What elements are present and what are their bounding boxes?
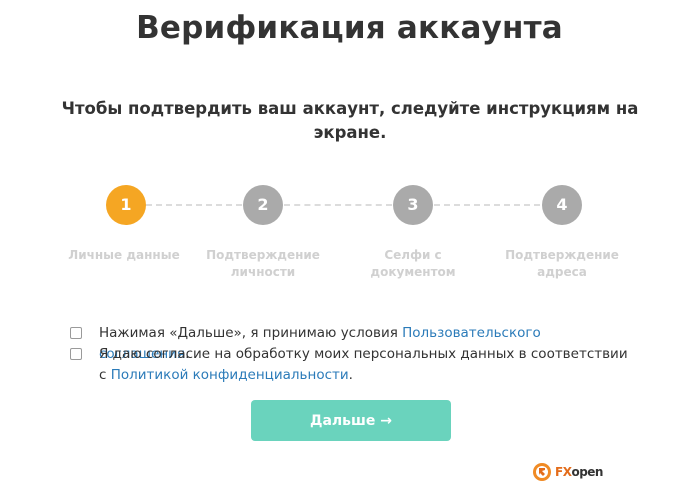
next-button[interactable]: Дальше →: [251, 400, 451, 441]
privacy-consent: Я даю согласие на обработку моих персона…: [70, 344, 630, 386]
step-2-circle: 2: [243, 185, 283, 225]
step-connector: [146, 204, 242, 206]
fxopen-lion-icon: [533, 463, 551, 481]
page-title: Верификация аккаунта: [136, 10, 563, 46]
step-1-label: Личные данные: [68, 248, 180, 262]
step-3-circle: 3: [393, 185, 433, 225]
privacy-checkbox[interactable]: [70, 348, 82, 360]
verification-page: Верификация аккаунта Чтобы подтвердить в…: [0, 0, 699, 492]
verification-stepper: 1 2 3 4 Личные данные Подтверждение личн…: [0, 185, 699, 295]
step-connector: [284, 204, 392, 206]
step-2-label: Подтверждение личности: [206, 248, 320, 279]
step-connector: [434, 204, 540, 206]
privacy-consent-text: Я даю согласие на обработку моих персона…: [99, 346, 628, 383]
terms-checkbox[interactable]: [70, 327, 82, 339]
step-1-circle: 1: [106, 185, 146, 225]
page-subtitle: Чтобы подтвердить ваш аккаунт, следуйте …: [61, 99, 639, 142]
step-4-label: Подтверждение адреса: [505, 248, 619, 279]
step-3-label: Селфи с документом: [370, 248, 456, 279]
fxopen-logo: FXopen: [532, 461, 603, 483]
fxopen-wordmark: FXopen: [555, 465, 603, 479]
privacy-policy-link[interactable]: Политикой конфиденциальности: [111, 367, 349, 383]
step-4-circle: 4: [542, 185, 582, 225]
